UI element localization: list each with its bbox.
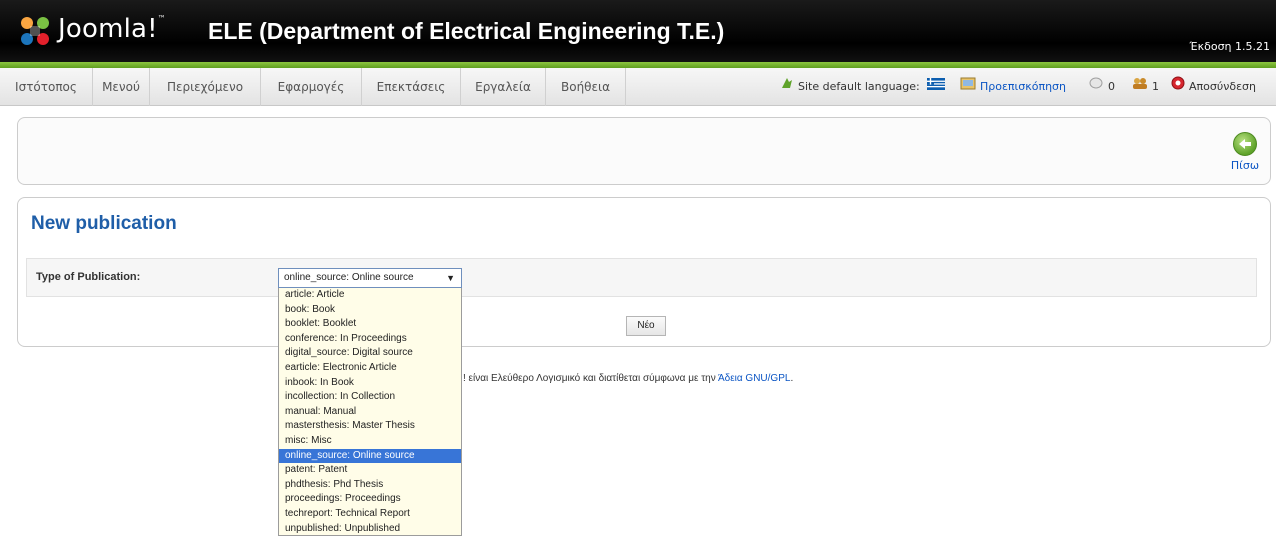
dropdown-option[interactable]: incollection: In Collection (279, 390, 461, 405)
menu-item-extensions[interactable]: Επεκτάσεις (362, 68, 461, 106)
dropdown-option[interactable]: patent: Patent (279, 463, 461, 478)
site-title: ELE (Department of Electrical Engineerin… (208, 18, 725, 44)
back-arrow-icon (1233, 132, 1257, 156)
back-button-label: Πίσω (1230, 159, 1260, 172)
language-arrow-icon (780, 68, 794, 106)
dropdown-option[interactable]: proceedings: Proceedings (279, 492, 461, 507)
site-language-indicator: Site default language: (780, 68, 949, 106)
type-of-publication-row: Type of Publication: (26, 258, 1257, 297)
menu-item-menus[interactable]: Μενού (93, 68, 150, 106)
logout-icon (1171, 68, 1185, 106)
dropdown-option[interactable]: misc: Misc (279, 434, 461, 449)
dropdown-option[interactable]: phdthesis: Phd Thesis (279, 478, 461, 493)
publication-form-panel: New publication Type of Publication: onl… (17, 197, 1271, 347)
type-of-publication-select[interactable]: online_source: Online source ▼ (278, 268, 462, 288)
preview-link[interactable]: Προεπισκόπηση (960, 68, 1066, 106)
joomla-logo-text: Joomla!™ (58, 14, 166, 44)
dropdown-option[interactable]: techreport: Technical Report (279, 507, 461, 522)
joomla-logo-icon (21, 17, 49, 45)
menu-item-components[interactable]: Εφαρμογές (261, 68, 362, 106)
dropdown-option[interactable]: manual: Manual (279, 405, 461, 420)
menu-item-content[interactable]: Περιεχόμενο (150, 68, 261, 106)
page-title: New publication (31, 213, 177, 234)
menu-item-help[interactable]: Βοήθεια (546, 68, 626, 106)
main-menu-bar: Ιστότοπος Μενού Περιεχόμενο Εφαρμογές Επ… (0, 68, 1276, 106)
back-button[interactable]: Πίσω (1230, 132, 1260, 172)
version-label: Έκδοση 1.5.21 (1189, 40, 1270, 53)
messages-icon (1088, 68, 1104, 106)
users-online-count[interactable]: 1 (1132, 68, 1159, 106)
dropdown-option[interactable]: digital_source: Digital source (279, 346, 461, 361)
publication-type-options-list[interactable]: article: Article book: Book booklet: Bookl… (278, 288, 462, 536)
admin-header: Joomla!™ ELE (Department of Electrical E… (0, 0, 1276, 62)
gpl-license-link[interactable]: Άδεια GNU/GPL (718, 373, 791, 384)
dropdown-option[interactable]: inbook: In Book (279, 376, 461, 391)
messages-count[interactable]: 0 (1088, 68, 1115, 106)
dropdown-option[interactable]: mastersthesis: Master Thesis (279, 419, 461, 434)
users-icon (1132, 68, 1148, 106)
greek-flag-icon (927, 68, 946, 106)
dropdown-option[interactable]: conference: In Proceedings (279, 332, 461, 347)
dropdown-option[interactable]: unpublished: Unpublished (279, 522, 461, 536)
type-of-publication-label: Type of Publication: (36, 271, 141, 283)
dropdown-option[interactable]: earticle: Electronic Article (279, 361, 461, 376)
dropdown-option[interactable]: online_source: Online source (279, 448, 461, 464)
footer-license-text: ! είναι Ελεύθερο Λογισμικό και διατίθετα… (463, 373, 794, 384)
dropdown-option[interactable]: article: Article (279, 288, 461, 303)
dropdown-option[interactable]: book: Book (279, 303, 461, 318)
toolbar-panel: Πίσω (17, 117, 1271, 185)
menu-item-site[interactable]: Ιστότοπος (0, 68, 93, 106)
preview-icon (960, 68, 976, 106)
dropdown-option[interactable]: booklet: Booklet (279, 317, 461, 332)
dropdown-arrow-icon: ▼ (446, 273, 455, 283)
logout-link[interactable]: Αποσύνδεση (1171, 68, 1256, 106)
menu-item-tools[interactable]: Εργαλεία (461, 68, 546, 106)
new-button[interactable]: Νέο (626, 316, 666, 336)
